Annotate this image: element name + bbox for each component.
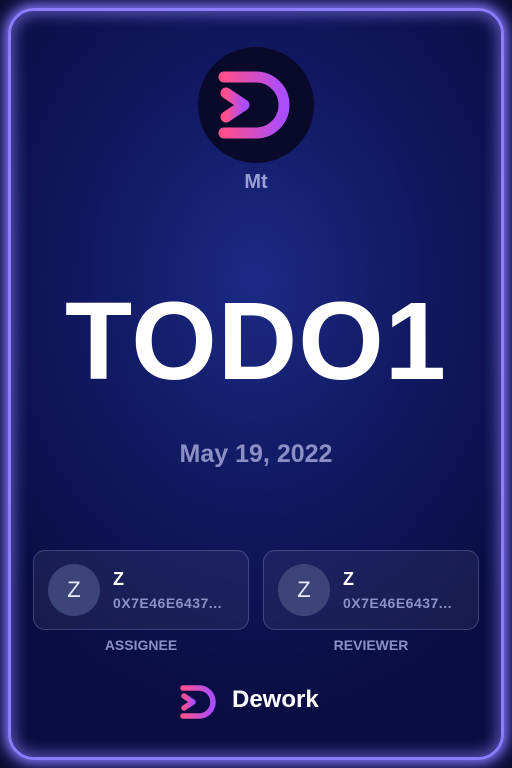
task-date: May 19, 2022 [179, 440, 333, 468]
assignee-address: 0X7E46E6437... [113, 595, 222, 611]
assignee-avatar: Z [48, 564, 100, 616]
assignee-card: Z Z 0X7E46E6437... [33, 550, 249, 630]
org-name: Mt [244, 171, 268, 193]
reviewer-avatar: Z [278, 564, 330, 616]
brand-name: Dework [232, 686, 319, 713]
assignee-role-label: ASSIGNEE [104, 637, 178, 653]
dework-logo-icon [218, 71, 290, 139]
reviewer-card: Z Z 0X7E46E6437... [263, 550, 479, 630]
dework-logo-icon [180, 685, 216, 719]
reviewer-address: 0X7E46E6437... [343, 595, 452, 611]
reviewer-name: Z [343, 569, 354, 589]
assignee-name: Z [113, 569, 124, 589]
task-title: TODO1 [65, 280, 447, 403]
org-logo [198, 47, 314, 163]
reviewer-role-label: REVIEWER [333, 637, 409, 653]
